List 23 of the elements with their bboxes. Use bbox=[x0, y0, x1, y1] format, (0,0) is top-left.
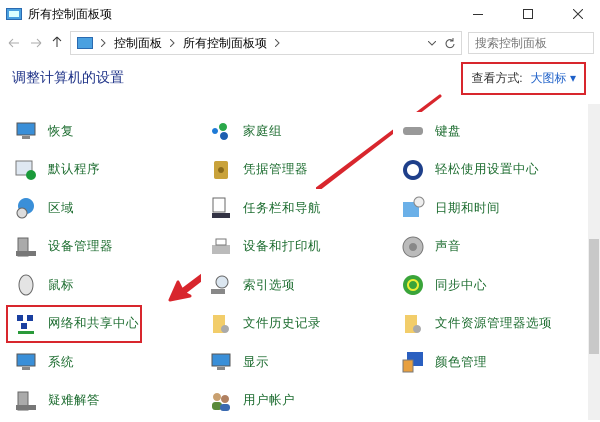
control-panel-item[interactable]: 网络和共享中心 bbox=[6, 304, 142, 343]
page-heading: 调整计算机的设置 bbox=[12, 69, 124, 87]
tower-icon bbox=[14, 388, 38, 413]
color-icon bbox=[401, 350, 425, 374]
breadcrumb[interactable]: 所有控制面板项 bbox=[183, 34, 267, 52]
close-icon bbox=[573, 9, 583, 19]
address-bar[interactable]: 控制面板 所有控制面板项 bbox=[70, 31, 462, 55]
control-panel-icon bbox=[6, 8, 22, 20]
chevron-icon bbox=[101, 39, 106, 47]
maximize-icon bbox=[523, 9, 533, 19]
control-panel-icon bbox=[77, 37, 93, 49]
dropdown-icon[interactable] bbox=[428, 40, 436, 46]
chevron-icon bbox=[275, 39, 280, 47]
view-by-label: 查看方式: bbox=[471, 70, 523, 86]
window-title: 所有控制面板项 bbox=[28, 6, 113, 22]
speaker-icon bbox=[401, 234, 425, 259]
search-field[interactable]: 搜索控制面板 bbox=[468, 32, 594, 54]
chevron-icon bbox=[170, 39, 175, 47]
tower-icon bbox=[14, 234, 38, 259]
refresh-icon[interactable] bbox=[444, 38, 455, 48]
view-by-dropdown[interactable]: 大图标 ▾ bbox=[530, 70, 576, 86]
scrollbar[interactable] bbox=[588, 104, 600, 420]
breadcrumb[interactable]: 控制面板 bbox=[114, 34, 162, 52]
